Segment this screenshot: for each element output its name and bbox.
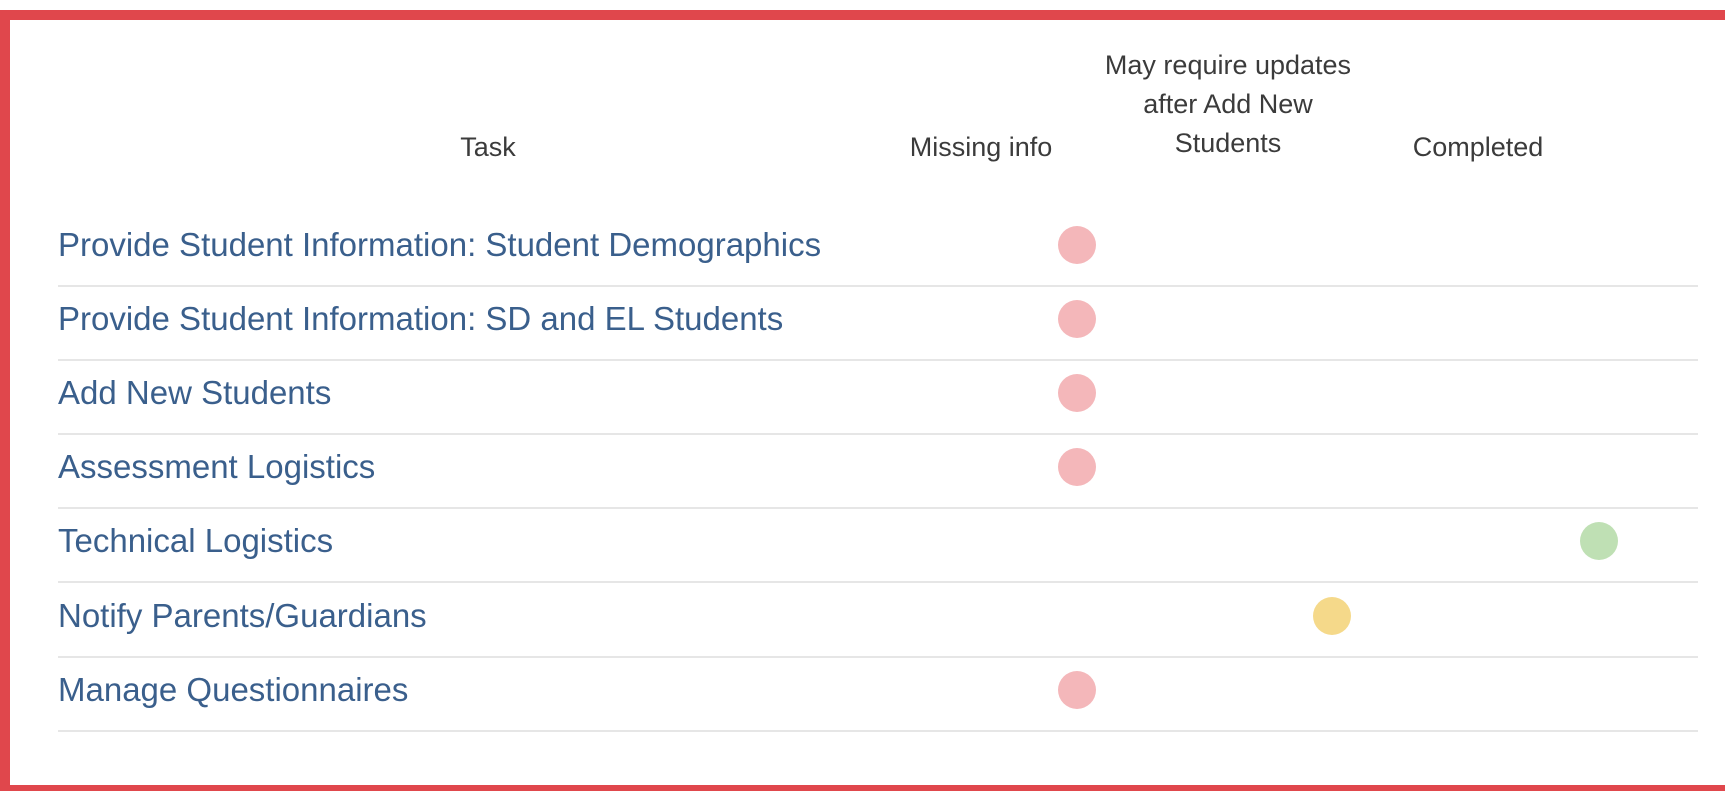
table-row: Manage Questionnaires: [58, 650, 1698, 732]
task-link[interactable]: Provide Student Information: Student Dem…: [58, 205, 821, 285]
status-dot: [1058, 671, 1096, 709]
status-dot: [1058, 226, 1096, 264]
task-link[interactable]: Notify Parents/Guardians: [58, 576, 427, 656]
task-link[interactable]: Manage Questionnaires: [58, 650, 408, 730]
status-dot: [1058, 300, 1096, 338]
task-link[interactable]: Provide Student Information: SD and EL S…: [58, 279, 783, 359]
table-row: Notify Parents/Guardians: [58, 576, 1698, 658]
table-row: Assessment Logistics: [58, 427, 1698, 509]
status-dot: [1058, 374, 1096, 412]
column-header-may-line-3: Students: [1174, 128, 1282, 158]
column-header-completed: Completed: [1412, 132, 1544, 162]
status-dot: [1058, 448, 1096, 486]
table-row: Provide Student Information: Student Dem…: [58, 205, 1698, 287]
task-link[interactable]: Add New Students: [58, 353, 331, 433]
column-header-may-line-2: after Add New: [1143, 89, 1313, 119]
column-header-may-require-updates: May require updates after Add New Studen…: [1058, 46, 1398, 163]
table-row: Technical Logistics: [58, 501, 1698, 583]
status-dot: [1313, 597, 1351, 635]
column-header-missing-info: Missing info: [909, 132, 1053, 162]
task-link[interactable]: Technical Logistics: [58, 501, 333, 581]
task-link[interactable]: Assessment Logistics: [58, 427, 375, 507]
task-status-panel: Task Missing info May require updates af…: [0, 10, 1725, 791]
status-dot: [1580, 522, 1618, 560]
column-header-may-line-1: May require updates: [1104, 50, 1352, 80]
task-status-table: Task Missing info May require updates af…: [28, 20, 1725, 785]
table-row: Add New Students: [58, 353, 1698, 435]
column-header-task: Task: [460, 132, 516, 162]
table-row: Provide Student Information: SD and EL S…: [58, 279, 1698, 361]
